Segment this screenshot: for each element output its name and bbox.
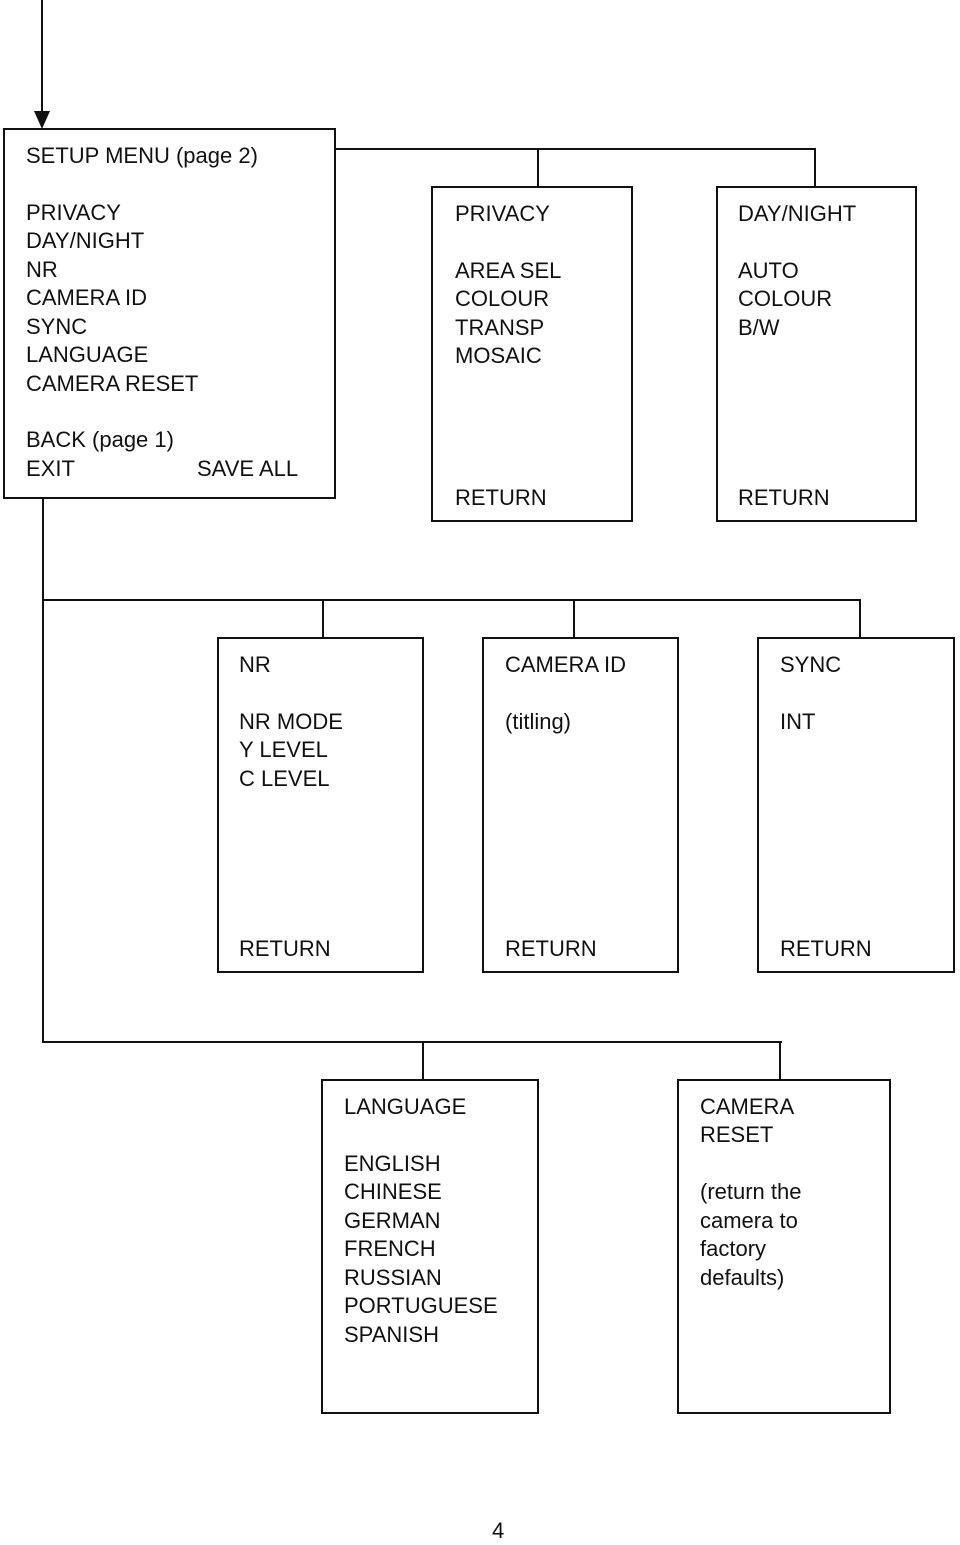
menu-item-exit[interactable]: EXIT [26,455,75,484]
language-item[interactable]: SPANISH [344,1321,439,1350]
camera-reset-box: CAMERA RESET (return the camera to facto… [677,1079,891,1414]
language-item[interactable]: FRENCH [344,1235,436,1264]
nr-item[interactable]: Y LEVEL [239,736,328,765]
connector [334,148,816,150]
menu-item-sync[interactable]: SYNC [26,313,87,342]
sync-item[interactable]: INT [780,708,815,737]
camera-reset-title: RESET [700,1122,774,1147]
camera-reset-desc: (return the [700,1179,802,1204]
language-item[interactable]: ENGLISH [344,1150,441,1179]
menu-item-day-night[interactable]: DAY/NIGHT [26,227,144,256]
camera-id-item[interactable]: (titling) [505,708,571,737]
nr-title: NR [239,652,271,677]
day-night-item[interactable]: COLOUR [738,285,832,314]
menu-item-camera-reset[interactable]: CAMERA RESET [26,370,198,399]
privacy-return[interactable]: RETURN [455,484,547,513]
privacy-item[interactable]: AREA SEL [455,257,561,286]
connector [42,1041,782,1043]
connector [42,497,44,1043]
privacy-item[interactable]: COLOUR [455,285,549,314]
sync-title: SYNC [780,652,842,677]
menu-item-back[interactable]: BACK (page 1) [26,426,174,455]
nr-item[interactable]: NR MODE [239,708,343,737]
connector [859,599,861,639]
language-submenu-box: LANGUAGE ENGLISH CHINESE GERMAN FRENCH R… [321,1079,539,1414]
connector [322,599,324,639]
day-night-title: DAY/NIGHT [738,201,857,226]
connector [422,1041,424,1081]
sync-return[interactable]: RETURN [780,935,872,964]
nr-submenu-box: NR NR MODE Y LEVEL C LEVEL RETURN [217,637,424,973]
privacy-item[interactable]: MOSAIC [455,342,542,371]
language-item[interactable]: RUSSIAN [344,1264,442,1293]
menu-item-privacy[interactable]: PRIVACY [26,199,121,228]
camera-reset-title: CAMERA [700,1094,795,1119]
connector [814,148,816,188]
day-night-return[interactable]: RETURN [738,484,830,513]
setup-menu-box: SETUP MENU (page 2) PRIVACY DAY/NIGHT NR… [3,128,336,499]
camera-id-title: CAMERA ID [505,652,627,677]
menu-item-nr[interactable]: NR [26,256,58,285]
language-item[interactable]: PORTUGUESE [344,1292,498,1321]
connector [779,1041,781,1081]
language-item[interactable]: CHINESE [344,1178,442,1207]
connector [537,148,539,188]
menu-item-language[interactable]: LANGUAGE [26,341,148,370]
language-title: LANGUAGE [344,1094,467,1119]
menu-item-camera-id[interactable]: CAMERA ID [26,284,147,313]
connector [42,599,861,601]
arrow-down-icon [34,111,50,129]
camera-reset-desc: camera to [700,1208,798,1233]
camera-id-return[interactable]: RETURN [505,935,597,964]
sync-submenu-box: SYNC INT RETURN [757,637,955,973]
incoming-arrow-line [41,0,43,112]
nr-item[interactable]: C LEVEL [239,765,330,794]
privacy-submenu-box: PRIVACY AREA SEL COLOUR TRANSP MOSAIC RE… [431,186,633,522]
connector [573,599,575,639]
camera-id-submenu-box: CAMERA ID (titling) RETURN [482,637,679,973]
privacy-title: PRIVACY [455,201,550,226]
menu-item-save-all[interactable]: SAVE ALL [197,455,298,484]
day-night-item[interactable]: AUTO [738,257,799,286]
page-number: 4 [492,1518,505,1543]
setup-menu-title: SETUP MENU (page 2) [26,143,258,168]
day-night-item[interactable]: B/W [738,314,780,343]
language-item[interactable]: GERMAN [344,1207,441,1236]
camera-reset-desc: factory [700,1236,767,1261]
day-night-submenu-box: DAY/NIGHT AUTO COLOUR B/W RETURN [716,186,917,522]
camera-reset-desc: defaults) [700,1265,785,1290]
nr-return[interactable]: RETURN [239,935,331,964]
privacy-item[interactable]: TRANSP [455,314,544,343]
